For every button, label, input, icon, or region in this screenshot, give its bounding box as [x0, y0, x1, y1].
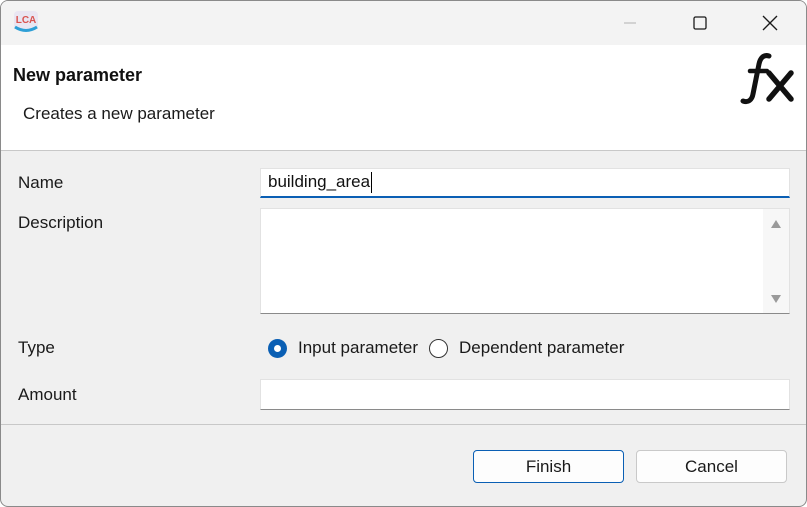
dependent-parameter-radio[interactable]	[429, 338, 449, 358]
cancel-button[interactable]: Cancel	[636, 450, 787, 483]
maximize-icon	[693, 16, 707, 30]
name-value: building_area	[268, 172, 371, 191]
type-label: Type	[18, 338, 55, 357]
dialog-header: New parameter Creates a new parameter	[1, 45, 806, 151]
type-radio-group: Input parameter Dependent parameter	[268, 336, 635, 360]
amount-label: Amount	[18, 385, 77, 404]
text-caret	[371, 172, 373, 194]
svg-text:LCA: LCA	[16, 15, 37, 26]
minimize-button[interactable]	[595, 1, 665, 45]
description-scrollbar[interactable]	[763, 209, 789, 313]
new-parameter-dialog: LCA New parameter Creates a new paramete…	[0, 0, 807, 507]
description-label: Description	[18, 213, 104, 232]
dialog-subtitle: Creates a new parameter	[23, 104, 215, 123]
fx-icon	[740, 53, 794, 105]
input-parameter-label[interactable]: Input parameter	[298, 338, 418, 358]
maximize-button[interactable]	[665, 1, 735, 45]
scroll-up-icon[interactable]	[771, 220, 781, 228]
close-button[interactable]	[735, 1, 805, 45]
title-bar: LCA	[1, 1, 806, 45]
finish-button[interactable]: Finish	[473, 450, 624, 483]
dependent-parameter-label[interactable]: Dependent parameter	[459, 338, 624, 358]
description-textarea[interactable]	[260, 208, 790, 314]
name-input[interactable]: building_area	[260, 168, 790, 198]
dialog-title: New parameter	[13, 65, 143, 85]
close-icon	[762, 15, 778, 31]
footer-separator	[1, 424, 806, 425]
scroll-down-icon[interactable]	[771, 295, 781, 303]
amount-input[interactable]	[260, 379, 790, 410]
name-label: Name	[18, 173, 64, 192]
minimize-icon	[624, 22, 636, 24]
input-parameter-radio[interactable]	[268, 338, 287, 358]
openlca-logo-icon: LCA	[14, 11, 38, 32]
